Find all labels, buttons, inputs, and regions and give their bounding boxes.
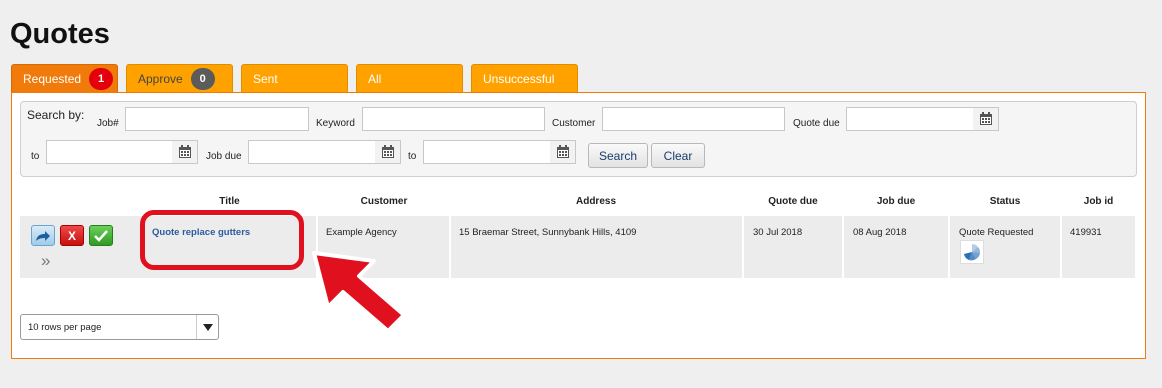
column-header-status: Status [989, 196, 1021, 207]
calendar-icon[interactable] [550, 140, 576, 164]
requested-count-badge: 1 [89, 68, 114, 90]
tab-sent[interactable]: Sent [241, 64, 348, 93]
column-header-title: Title [219, 196, 240, 207]
search-by-label: Search by: [27, 108, 85, 122]
rows-per-page-value: 10 rows per page [28, 321, 102, 333]
clear-button[interactable]: Clear [651, 143, 705, 168]
keyword-input[interactable] [362, 107, 545, 131]
tab-unsuccessful[interactable]: Unsuccessful [471, 64, 578, 93]
reject-glyph: X [67, 228, 76, 243]
tab-approve[interactable]: Approve 0 [126, 64, 233, 93]
keyword-label: Keyword [316, 118, 355, 129]
annotation-arrow-icon [312, 251, 406, 333]
approve-count-badge: 0 [190, 68, 215, 90]
address-cell: 15 Braemar Street, Sunnybank Hills, 4109 [459, 227, 637, 238]
tab-requested[interactable]: Requested 1 [11, 64, 118, 93]
job-id-cell: 419931 [1070, 227, 1102, 238]
dropdown-arrow-icon [196, 315, 218, 339]
expand-chevrons-icon[interactable]: » [41, 251, 50, 271]
job-number-label: Job# [97, 118, 119, 129]
quote-title-link[interactable]: Quote replace gutters [152, 227, 250, 238]
column-header-address: Address [575, 196, 616, 207]
search-form: Search by: Job# Keyword Customer Quote d… [20, 101, 1137, 177]
quote-due-to-input[interactable] [46, 140, 173, 164]
tab-label: All [368, 72, 382, 86]
tab-label: Requested [23, 72, 82, 86]
tab-label: Sent [253, 72, 278, 86]
quote-tabs: Requested 1 Approve 0 Sent All Unsuccess… [11, 64, 578, 93]
page-title: Quotes [10, 18, 110, 50]
reject-x-icon[interactable]: X [60, 225, 84, 246]
job-due-cell: 08 Aug 2018 [853, 227, 907, 238]
status-cell: Quote Requested [959, 227, 1034, 238]
job-due-to-label: to [408, 151, 417, 162]
quote-due-label: Quote due [793, 118, 840, 129]
status-spinner-icon [960, 240, 984, 264]
job-due-from-input[interactable] [248, 140, 376, 164]
tab-label: Approve [138, 72, 183, 86]
search-button[interactable]: Search [588, 143, 648, 168]
column-header-customer: Customer [360, 196, 408, 207]
job-number-input[interactable] [125, 107, 309, 131]
customer-input[interactable] [602, 107, 785, 131]
tab-label: Unsuccessful [483, 72, 555, 86]
quote-due-cell: 30 Jul 2018 [753, 227, 803, 238]
customer-cell: Example Agency [326, 227, 397, 238]
column-header-quote-due: Quote due [768, 196, 818, 207]
column-header-job-id: Job id [1083, 196, 1114, 207]
tab-all[interactable]: All [356, 64, 463, 93]
quote-due-to-label: to [31, 151, 40, 162]
customer-label: Customer [552, 118, 596, 129]
calendar-icon[interactable] [375, 140, 401, 164]
quotes-panel: Search by: Job# Keyword Customer Quote d… [11, 92, 1146, 359]
job-due-to-input[interactable] [423, 140, 551, 164]
calendar-icon[interactable] [973, 107, 999, 131]
calendar-icon[interactable] [172, 140, 198, 164]
forward-arrow-icon[interactable] [31, 225, 55, 246]
approve-check-icon[interactable] [89, 225, 113, 246]
job-due-label: Job due [206, 151, 242, 162]
rows-per-page-select[interactable]: 10 rows per page [20, 314, 219, 340]
quote-due-from-input[interactable] [846, 107, 974, 131]
column-header-job-due: Job due [876, 196, 916, 207]
